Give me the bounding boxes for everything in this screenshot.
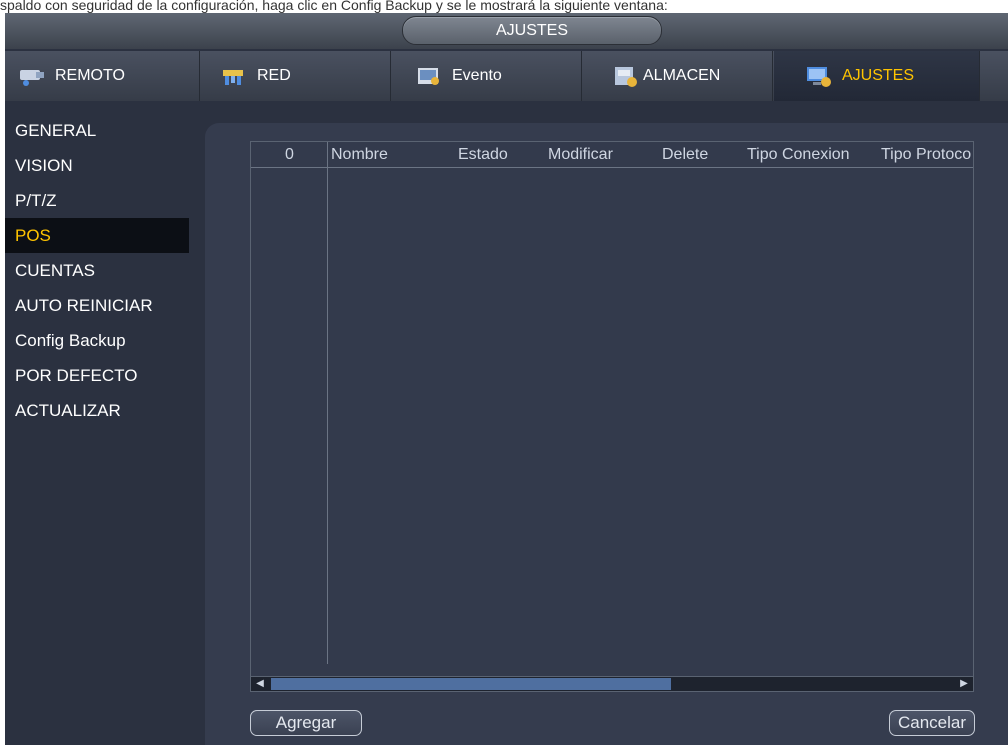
tab-label: REMOTO: [55, 67, 125, 84]
settings-window: AJUSTES REMOTO RED Evento ALMACEN AJUSTE…: [5, 13, 1008, 745]
scroll-left-icon[interactable]: ◀: [253, 677, 267, 691]
tab-almacen[interactable]: ALMACEN: [583, 51, 773, 101]
sidebar-item-cuentas[interactable]: CUENTAS: [5, 253, 195, 288]
title-bar: AJUSTES: [5, 13, 1008, 49]
cancel-button[interactable]: Cancelar: [889, 710, 975, 736]
tab-evento[interactable]: Evento: [392, 51, 582, 101]
tab-label: ALMACEN: [643, 67, 721, 84]
camera-network-icon: [17, 64, 47, 88]
document-snippet: spaldo con seguridad de la configuración…: [0, 0, 1008, 14]
scrollbar-thumb[interactable]: [271, 678, 671, 690]
tab-red[interactable]: RED: [201, 51, 391, 101]
sidebar-item-pos[interactable]: POS: [5, 218, 189, 253]
tab-label: AJUSTES: [842, 67, 915, 84]
tab-label: RED: [257, 67, 291, 84]
snippet-text: spaldo con seguridad de la configuración…: [0, 0, 668, 13]
sidebar-item-auto-reiniciar[interactable]: AUTO REINICIAR: [5, 288, 195, 323]
tab-remoto[interactable]: REMOTO: [5, 51, 200, 101]
tab-label: Evento: [452, 67, 502, 84]
storage-icon: [611, 64, 641, 88]
add-button[interactable]: Agregar: [250, 710, 362, 736]
column-divider: [327, 142, 328, 664]
sidebar-item-general[interactable]: GENERAL: [5, 113, 195, 148]
horizontal-scrollbar[interactable]: ◀ ▶: [250, 676, 974, 692]
network-icon: [219, 64, 249, 88]
column-header-tipo-protocolo: Tipo Protoco: [881, 146, 972, 163]
column-header-index: 0: [285, 146, 294, 163]
tab-ajustes[interactable]: AJUSTES: [774, 51, 980, 101]
sidebar-item-por-defecto[interactable]: POR DEFECTO: [5, 358, 195, 393]
column-header-modificar: Modificar: [548, 146, 613, 163]
settings-sidebar: GENERAL VISION P/T/Z POS CUENTAS AUTO RE…: [5, 113, 195, 428]
sidebar-item-config-backup[interactable]: Config Backup: [5, 323, 195, 358]
event-icon: [414, 64, 444, 88]
column-header-delete: Delete: [662, 146, 709, 163]
sidebar-item-actualizar[interactable]: ACTUALIZAR: [5, 393, 195, 428]
settings-monitor-icon: [804, 64, 834, 88]
window-title: AJUSTES: [402, 16, 662, 45]
column-header-nombre: Nombre: [331, 146, 388, 163]
sidebar-item-vision[interactable]: VISION: [5, 148, 195, 183]
column-header-tipo-conexion: Tipo Conexion: [747, 146, 850, 163]
sidebar-item-ptz[interactable]: P/T/Z: [5, 183, 195, 218]
column-header-estado: Estado: [458, 146, 508, 163]
pos-table[interactable]: 0 Nombre Estado Modificar Delete Tipo Co…: [250, 141, 974, 688]
scroll-right-icon[interactable]: ▶: [957, 677, 971, 691]
main-tab-bar: REMOTO RED Evento ALMACEN AJUSTES: [5, 51, 1008, 101]
table-header: 0 Nombre Estado Modificar Delete Tipo Co…: [251, 142, 973, 168]
